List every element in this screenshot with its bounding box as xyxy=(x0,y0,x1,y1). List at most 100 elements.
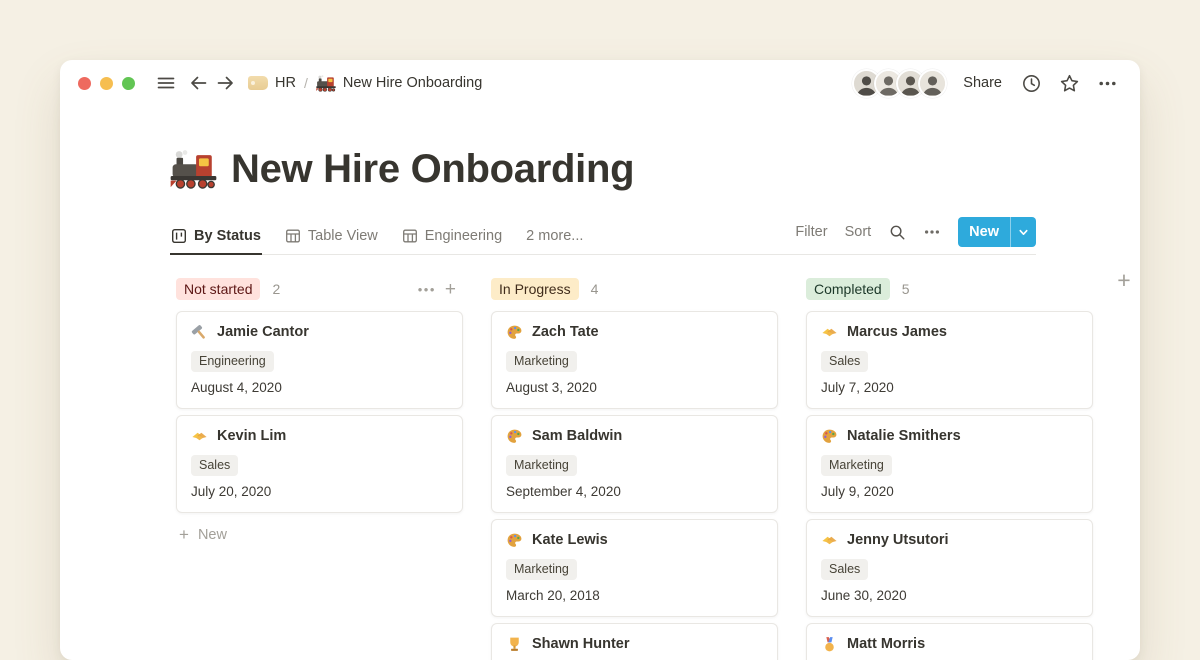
plus-icon: + xyxy=(179,526,189,543)
minimize-window-button[interactable] xyxy=(100,77,113,90)
department-tag: Marketing xyxy=(506,455,577,476)
board-card[interactable]: Natalie SmithersMarketingJuly 9, 2020 xyxy=(806,415,1093,513)
board-card[interactable]: Sam Baldwin Marketing September 4, 2020 xyxy=(491,415,778,513)
add-card-label: New xyxy=(198,527,227,543)
card-title: Jamie Cantor xyxy=(191,322,448,342)
column-count: 5 xyxy=(902,281,910,297)
handshake-icon xyxy=(821,324,838,341)
board-card[interactable]: Kevin Lim Sales July 20, 2020 xyxy=(176,415,463,513)
card-name-text: Kevin Lim xyxy=(217,426,286,446)
view-more-icon[interactable] xyxy=(923,223,941,241)
card-title: Jenny Utsutori xyxy=(821,530,1078,550)
page-title[interactable]: New Hire Onboarding xyxy=(170,146,1140,192)
card-name-text: Zach Tate xyxy=(532,322,599,342)
card-name-text: Matt Morris xyxy=(847,634,925,654)
department-tag: Marketing xyxy=(821,455,892,476)
board-view-icon xyxy=(171,228,187,244)
table-view-icon xyxy=(402,228,418,244)
card-name-text: Natalie Smithers xyxy=(847,426,961,446)
card-title: Natalie Smithers xyxy=(821,426,1078,446)
add-card-button[interactable]: + New xyxy=(176,526,463,543)
department-tag: Sales xyxy=(821,351,868,372)
column-count: 4 xyxy=(591,281,599,297)
breadcrumb-workspace-label: HR xyxy=(275,75,296,91)
start-date: September 4, 2020 xyxy=(506,483,763,501)
tab-table-view[interactable]: Table View xyxy=(284,228,379,255)
card-name-text: Marcus James xyxy=(847,322,947,342)
handshake-icon xyxy=(191,428,208,445)
new-button[interactable]: New xyxy=(958,217,1036,247)
favorite-star-icon[interactable] xyxy=(1059,73,1080,94)
tab-label: By Status xyxy=(194,228,261,244)
search-icon[interactable] xyxy=(888,223,906,241)
updates-clock-icon[interactable] xyxy=(1021,73,1042,94)
board-card[interactable]: Shawn Hunter xyxy=(491,623,778,660)
palette-icon xyxy=(821,428,838,445)
breadcrumb-workspace[interactable]: HR xyxy=(248,75,296,91)
zoom-window-button[interactable] xyxy=(122,77,135,90)
card-name-text: Kate Lewis xyxy=(532,530,608,550)
train-icon xyxy=(316,74,336,93)
board-card[interactable]: Kate LewisMarketingMarch 20, 2018 xyxy=(491,519,778,617)
close-window-button[interactable] xyxy=(78,77,91,90)
kanban-board: Not started2•••+Jamie CantorEngineeringA… xyxy=(176,278,1140,660)
column-status-pill[interactable]: In Progress xyxy=(491,278,579,300)
breadcrumb-separator: / xyxy=(304,75,308,91)
card-title: Marcus James xyxy=(821,322,1078,342)
tab-label: Engineering xyxy=(425,228,502,244)
start-date: July 20, 2020 xyxy=(191,483,448,501)
breadcrumb-page[interactable]: New Hire Onboarding xyxy=(316,74,482,93)
forward-icon[interactable] xyxy=(216,73,236,93)
card-title: Shawn Hunter xyxy=(506,634,763,654)
column-header: In Progress 4 xyxy=(491,278,778,300)
start-date: March 20, 2018 xyxy=(506,587,763,605)
column-status-pill[interactable]: Completed xyxy=(806,278,890,300)
tab-engineering[interactable]: Engineering xyxy=(401,228,503,255)
card-title: Kevin Lim xyxy=(191,426,448,446)
share-button[interactable]: Share xyxy=(963,75,1002,91)
desktop-backdrop: { "colors": { "backdrop": "#F5F0E4", "wi… xyxy=(0,0,1200,630)
board-card[interactable]: Jenny UtsutoriSalesJune 30, 2020 xyxy=(806,519,1093,617)
avatar[interactable] xyxy=(918,69,947,98)
view-tabs: By Status Table View Engineering 2 more... xyxy=(170,228,584,254)
avatar-group[interactable] xyxy=(852,69,947,98)
tab-2-more[interactable]: 2 more... xyxy=(525,228,584,255)
add-group-button[interactable]: + xyxy=(1111,267,1137,293)
page-title-text: New Hire Onboarding xyxy=(231,146,634,192)
board-card[interactable]: Matt Morris xyxy=(806,623,1093,660)
filter-button[interactable]: Filter xyxy=(795,224,827,240)
column-header: Not started2•••+ xyxy=(176,278,463,300)
hr-label-icon xyxy=(248,76,268,90)
start-date: June 30, 2020 xyxy=(821,587,1078,605)
palette-icon xyxy=(506,324,523,341)
tab-by-status[interactable]: By Status xyxy=(170,228,262,255)
new-button-label: New xyxy=(958,224,1010,240)
board-column-not-started: Not started2•••+Jamie CantorEngineeringA… xyxy=(176,278,463,660)
card-title: Matt Morris xyxy=(821,634,1078,654)
column-more-icon[interactable]: ••• xyxy=(418,282,436,297)
card-name-text: Jenny Utsutori xyxy=(847,530,949,550)
train-icon xyxy=(170,148,217,191)
start-date: August 3, 2020 xyxy=(506,379,763,397)
tab-label: 2 more... xyxy=(526,228,583,244)
board-card[interactable]: Jamie CantorEngineeringAugust 4, 2020 xyxy=(176,311,463,409)
more-options-icon[interactable] xyxy=(1097,73,1118,94)
sort-button[interactable]: Sort xyxy=(845,224,872,240)
column-add-icon[interactable]: + xyxy=(445,280,456,299)
card-title: Sam Baldwin xyxy=(506,426,763,446)
trophy-icon xyxy=(506,636,523,653)
back-icon[interactable] xyxy=(188,73,208,93)
column-status-pill[interactable]: Not started xyxy=(176,278,260,300)
board-card[interactable]: Marcus James Sales July 7, 2020 xyxy=(806,311,1093,409)
start-date: August 4, 2020 xyxy=(191,379,448,397)
chevron-down-icon[interactable] xyxy=(1011,217,1036,247)
department-tag: Marketing xyxy=(506,351,577,372)
handshake-icon xyxy=(821,532,838,549)
department-tag: Sales xyxy=(191,455,238,476)
window-topbar: HR / New Hire Onboarding Share xyxy=(60,60,1140,106)
medal-icon xyxy=(821,636,838,653)
board-card[interactable]: Zach Tate Marketing August 3, 2020 xyxy=(491,311,778,409)
card-name-text: Jamie Cantor xyxy=(217,322,309,342)
start-date: July 7, 2020 xyxy=(821,379,1078,397)
sidebar-menu-icon[interactable] xyxy=(156,73,176,93)
